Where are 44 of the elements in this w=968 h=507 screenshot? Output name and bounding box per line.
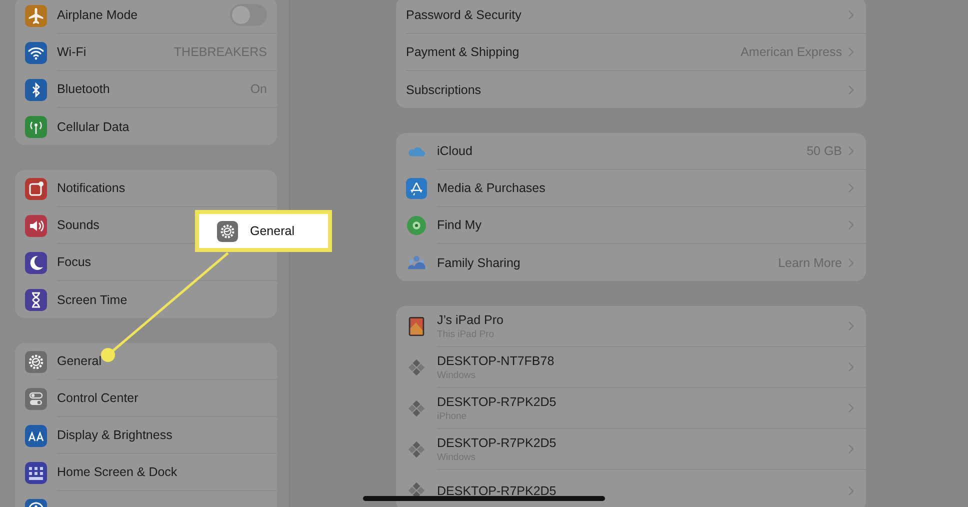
sidebar-item-label[interactable]: Display & Brightness xyxy=(57,428,172,442)
settings-row-label[interactable]: Subscriptions xyxy=(406,82,848,96)
sidebar-item-label[interactable]: Wi-Fi xyxy=(57,45,86,59)
settings-row-label[interactable]: Family Sharing xyxy=(437,256,778,270)
device-name[interactable]: J’s iPad Pro xyxy=(437,312,504,326)
sidebar-item-label[interactable]: Sounds xyxy=(57,218,100,232)
device-name[interactable]: DESKTOP-R7PK2D5 xyxy=(437,436,556,450)
chevron-icon xyxy=(848,486,854,496)
chevron-icon xyxy=(848,321,854,331)
chevron-icon xyxy=(848,47,854,57)
diamond-icon xyxy=(406,439,427,460)
chevron-icon xyxy=(848,183,854,193)
chevron-icon xyxy=(848,146,854,156)
app-store-icon xyxy=(406,178,427,199)
tablet-icon xyxy=(406,316,427,337)
device-name[interactable]: DESKTOP-R7PK2D5 xyxy=(437,394,556,408)
chevron-icon xyxy=(848,220,854,230)
chevron-icon xyxy=(848,10,854,20)
sidebar-item-label[interactable]: Screen Time xyxy=(57,292,128,306)
chevron-icon xyxy=(848,258,854,268)
chevron-icon xyxy=(848,84,854,94)
diamond-icon xyxy=(406,398,427,419)
sidebar-item-label[interactable]: Notifications xyxy=(57,181,126,195)
settings-row-label[interactable]: Media & Purchases xyxy=(437,181,848,195)
chevron-icon xyxy=(848,403,854,413)
device-name[interactable]: DESKTOP-R7PK2D5 xyxy=(437,484,556,498)
radar-icon xyxy=(406,215,427,236)
settings-row-label[interactable]: Password & Security xyxy=(406,8,848,22)
sidebar-item-label[interactable]: Airplane Mode xyxy=(57,8,138,22)
sidebar-item-label[interactable]: Cellular Data xyxy=(57,120,130,134)
sidebar-item-label[interactable]: Bluetooth xyxy=(57,82,110,96)
chevron-icon xyxy=(848,362,854,372)
chevron-icon xyxy=(848,444,854,454)
settings-row-label[interactable]: iCloud xyxy=(437,144,807,158)
settings-row-label[interactable]: Payment & Shipping xyxy=(406,45,741,59)
sidebar-item-label[interactable]: Control Center xyxy=(57,391,138,405)
toggle-switch[interactable] xyxy=(230,4,267,26)
sidebar-item-label[interactable]: Home Screen & Dock xyxy=(57,465,178,479)
settings-row-label[interactable]: Find My xyxy=(437,218,848,232)
device-name[interactable]: DESKTOP-NT7FB78 xyxy=(437,354,554,368)
sidebar-item-label[interactable]: General xyxy=(57,354,102,368)
sidebar-item-label[interactable]: Focus xyxy=(57,255,92,269)
callout-label: General xyxy=(250,224,294,238)
diamond-icon xyxy=(406,357,427,378)
